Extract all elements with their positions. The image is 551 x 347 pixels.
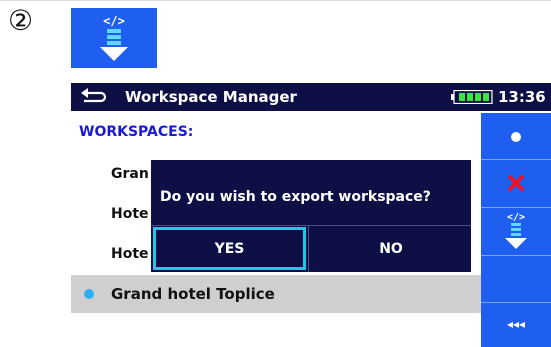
dialog-message: Do you wish to export workspace? xyxy=(160,189,431,205)
sidebar-export-button[interactable]: </> xyxy=(481,208,551,256)
top-divider xyxy=(0,0,551,1)
export-icon-tile: </> xyxy=(71,8,157,68)
more-arrows-icon: ◂◂◂ xyxy=(506,317,526,331)
title-bar: Workspace Manager 13:36 xyxy=(71,83,551,111)
sidebar-empty-button xyxy=(481,256,551,303)
workspaces-heading: WORKSPACES: xyxy=(79,124,194,140)
dialog-button-divider xyxy=(308,226,309,272)
sidebar-more-button[interactable]: ◂◂◂ xyxy=(481,303,551,347)
device-screen: Workspace Manager 13:36 WORKSPACES: Gran… xyxy=(71,83,551,347)
svg-text:</>: </> xyxy=(103,14,125,28)
sidebar: </> ◂◂◂ xyxy=(481,113,551,347)
active-dot-icon xyxy=(84,289,94,299)
sidebar-delete-button[interactable] xyxy=(481,160,551,208)
yes-button[interactable]: YES xyxy=(153,227,306,270)
svg-text:</>: </> xyxy=(507,212,525,223)
sidebar-select-button[interactable] xyxy=(481,113,551,160)
page-title: Workspace Manager xyxy=(125,88,297,106)
export-confirm-dialog: Do you wish to export workspace? YES NO xyxy=(151,160,471,272)
step-number: ② xyxy=(8,4,34,37)
export-arrow-icon: </> xyxy=(505,212,527,249)
red-x-icon xyxy=(508,175,524,191)
dialog-divider xyxy=(151,225,471,226)
list-item[interactable]: Hote xyxy=(111,206,149,222)
selected-item-label: Grand hotel Toplice xyxy=(111,285,275,303)
dot-icon xyxy=(511,132,521,142)
back-arrow-icon[interactable] xyxy=(79,86,109,108)
no-button[interactable]: NO xyxy=(311,227,471,270)
list-item[interactable]: Hote xyxy=(111,246,149,262)
list-item[interactable]: Gran xyxy=(111,166,149,182)
export-arrow-icon: </> xyxy=(100,14,128,61)
selected-list-item[interactable]: Grand hotel Toplice xyxy=(71,275,481,313)
clock: 13:36 xyxy=(498,88,546,106)
battery-icon xyxy=(451,90,493,104)
